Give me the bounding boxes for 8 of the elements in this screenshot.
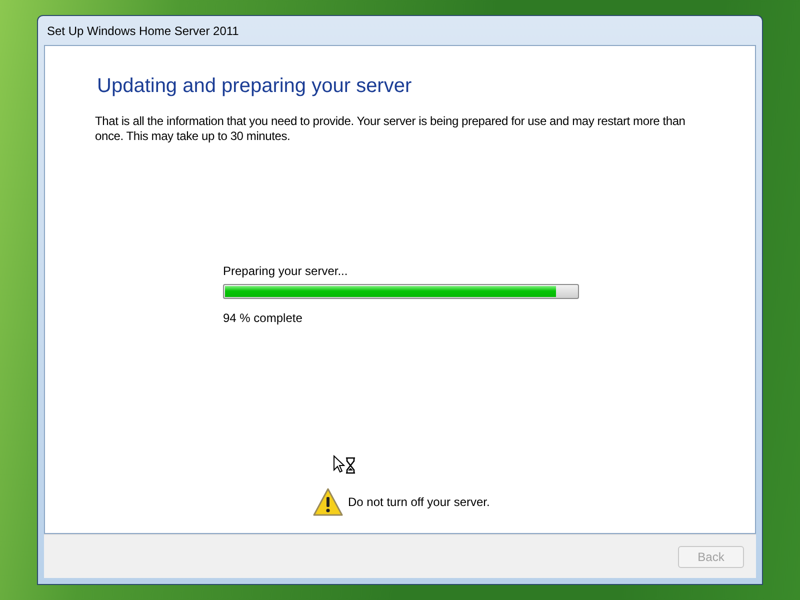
warning-icon (313, 488, 343, 516)
window-title: Set Up Windows Home Server 2011 (47, 22, 239, 40)
progress-reading: 94 % complete (223, 311, 304, 325)
busy-cursor-icon (333, 455, 357, 475)
info-paragraph: That is all the information that you need to provide. Your server is being prepared for use and may restart more than once. This may take up to 30 minutes. (95, 114, 686, 144)
warning-text: Do not turn off your server. (348, 494, 490, 511)
progress-label: Preparing your server... (223, 264, 349, 278)
page-heading: Updating and preparing your server (97, 74, 413, 98)
